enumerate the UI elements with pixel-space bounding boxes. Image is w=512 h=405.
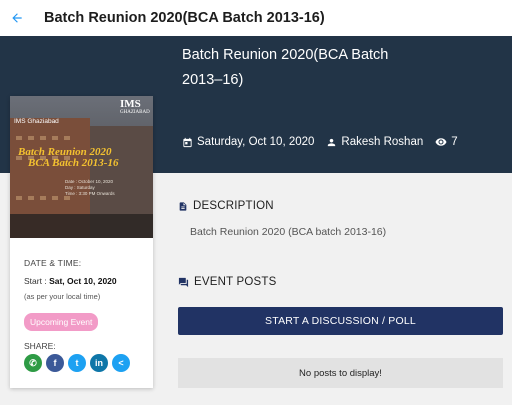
app-bar: Batch Reunion 2020(BCA Batch 2013-16) xyxy=(0,0,512,36)
calendar-icon xyxy=(183,137,192,147)
poster-logo: IMS xyxy=(120,98,141,110)
event-date: Saturday, Oct 10, 2020 xyxy=(182,136,314,148)
event-title: Batch Reunion 2020(BCA Batch 2013–16) xyxy=(182,47,389,88)
start-datetime: Start : Sat, Oct 10, 2020 xyxy=(24,276,149,286)
event-date-text: Saturday, Oct 10, 2020 xyxy=(197,136,315,148)
poster-campus: IMS Ghaziabad xyxy=(14,118,59,125)
event-author[interactable]: Rakesh Roshan xyxy=(326,136,423,148)
poster-title-line2: BCA Batch 2013-16 xyxy=(28,157,119,169)
document-icon xyxy=(179,201,187,211)
facebook-icon: f xyxy=(53,358,57,368)
linkedin-icon: in xyxy=(95,358,103,368)
twitter-icon: t xyxy=(75,358,79,368)
status-badge: Upcoming Event xyxy=(24,313,99,331)
posts-heading-text: EVENT POSTS xyxy=(194,276,277,288)
arrow-back-icon[interactable] xyxy=(10,11,24,25)
page-title: Batch Reunion 2020(BCA Batch 2013-16) xyxy=(44,10,325,26)
event-views-count: 7 xyxy=(451,136,458,148)
share-label: SHARE: xyxy=(24,341,56,351)
empty-posts-message: No posts to display! xyxy=(178,358,503,388)
poster-logo-sub: GHAZIABAD xyxy=(120,110,150,115)
datetime-label: DATE & TIME: xyxy=(24,258,82,268)
share-icon: < xyxy=(118,358,124,368)
whatsapp-icon: ✆ xyxy=(29,357,37,368)
event-card: IMS GHAZIABAD IMS Ghaziabad Batch Reunio… xyxy=(10,96,153,388)
back-button[interactable] xyxy=(2,0,32,36)
event-views: 7 xyxy=(435,136,458,148)
posts-heading: EVENT POSTS xyxy=(178,276,277,288)
facebook-share-button[interactable]: f xyxy=(46,354,64,372)
share-buttons: ✆ f t in < xyxy=(24,354,149,372)
poster-details: Date : October 10, 2020 Day : Saturday T… xyxy=(65,179,115,196)
whatsapp-share-button[interactable]: ✆ xyxy=(24,354,42,372)
event-card-body: DATE & TIME: Start : Sat, Oct 10, 2020 (… xyxy=(24,258,149,372)
person-icon xyxy=(328,138,336,146)
twitter-share-button[interactable]: t xyxy=(68,354,86,372)
event-author-name: Rakesh Roshan xyxy=(341,136,424,148)
start-label: Start : xyxy=(24,276,47,286)
description-heading-text: DESCRIPTION xyxy=(193,200,274,212)
forum-icon xyxy=(178,277,189,287)
start-value: Sat, Oct 10, 2020 xyxy=(49,276,117,286)
timezone-note: (as per your local time) xyxy=(24,292,101,301)
eye-icon xyxy=(435,138,447,146)
start-discussion-button[interactable]: START A DISCUSSION / POLL xyxy=(178,307,503,335)
description-text: Batch Reunion 2020 (BCA batch 2013-16) xyxy=(190,226,387,238)
event-meta: Saturday, Oct 10, 2020 Rakesh Roshan 7 xyxy=(182,136,458,148)
event-poster[interactable]: IMS GHAZIABAD IMS Ghaziabad Batch Reunio… xyxy=(10,96,153,238)
linkedin-share-button[interactable]: in xyxy=(90,354,108,372)
description-heading: DESCRIPTION xyxy=(178,200,274,212)
share-share-button[interactable]: < xyxy=(112,354,130,372)
